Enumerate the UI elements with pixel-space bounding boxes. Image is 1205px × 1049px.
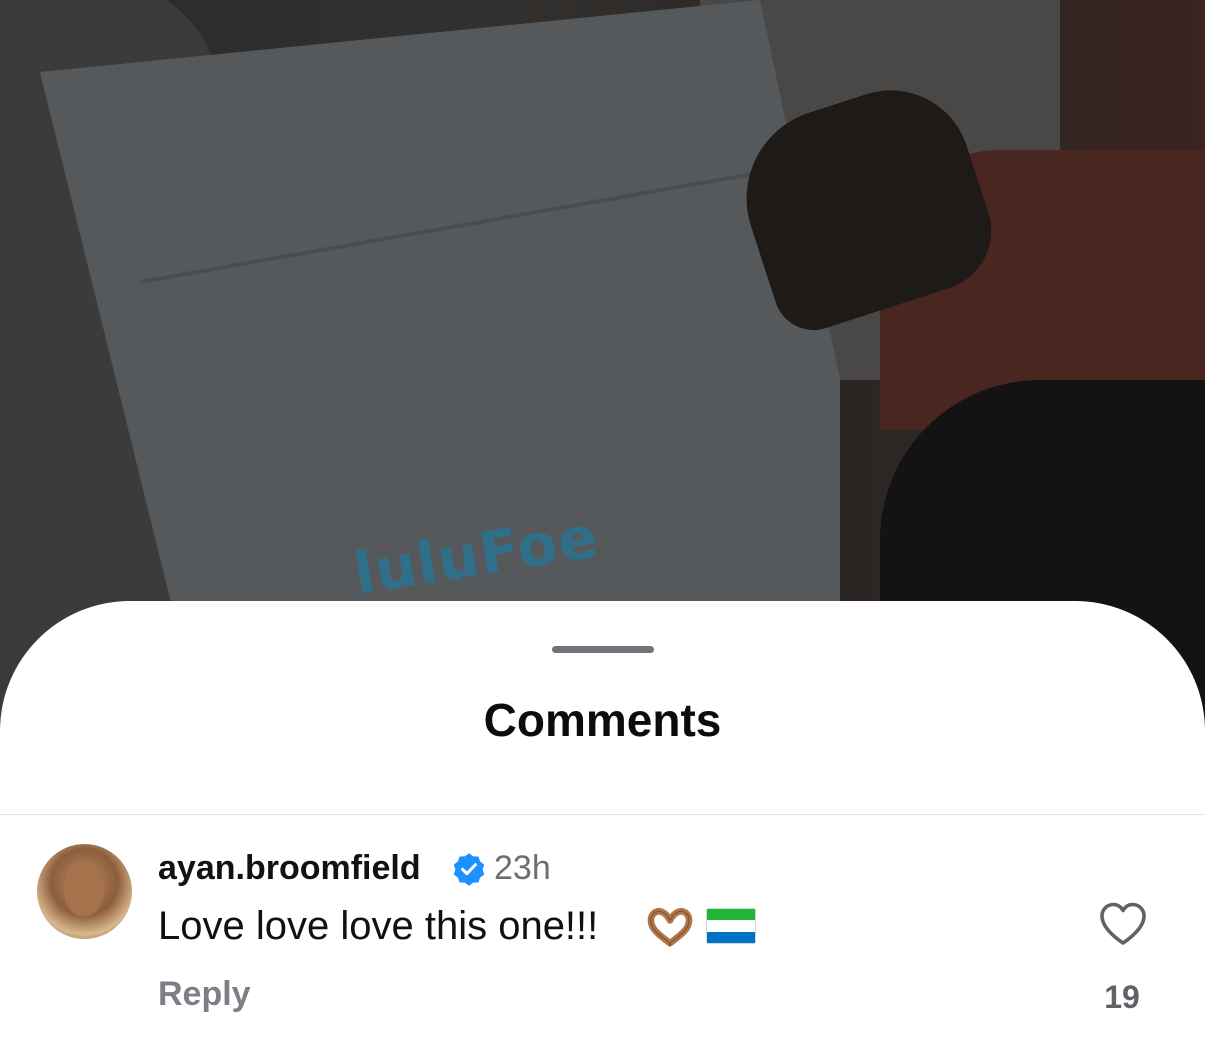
sheet-grabber-handle[interactable]: [552, 646, 654, 653]
comments-sheet: Comments ayan.broomfield 23h Love love l…: [0, 601, 1205, 1049]
heart-hands-emoji-icon: [647, 907, 693, 947]
comment-username[interactable]: ayan.broomfield: [158, 849, 421, 888]
like-count: 19: [1104, 979, 1140, 1015]
avatar[interactable]: [37, 844, 132, 939]
sierra-leone-flag-emoji-icon: [706, 908, 756, 944]
comment-item: ayan.broomfield 23h Love love love this …: [0, 841, 1205, 1041]
comment-text: Love love love this one!!!: [158, 904, 599, 948]
header-divider: [0, 814, 1205, 815]
comment-timestamp: 23h: [494, 849, 551, 887]
sheet-title: Comments: [483, 694, 722, 746]
heart-like-icon[interactable]: [1098, 901, 1148, 947]
reply-button[interactable]: Reply: [158, 975, 251, 1014]
avatar-face: [64, 860, 104, 916]
verified-badge-icon: [453, 853, 485, 886]
